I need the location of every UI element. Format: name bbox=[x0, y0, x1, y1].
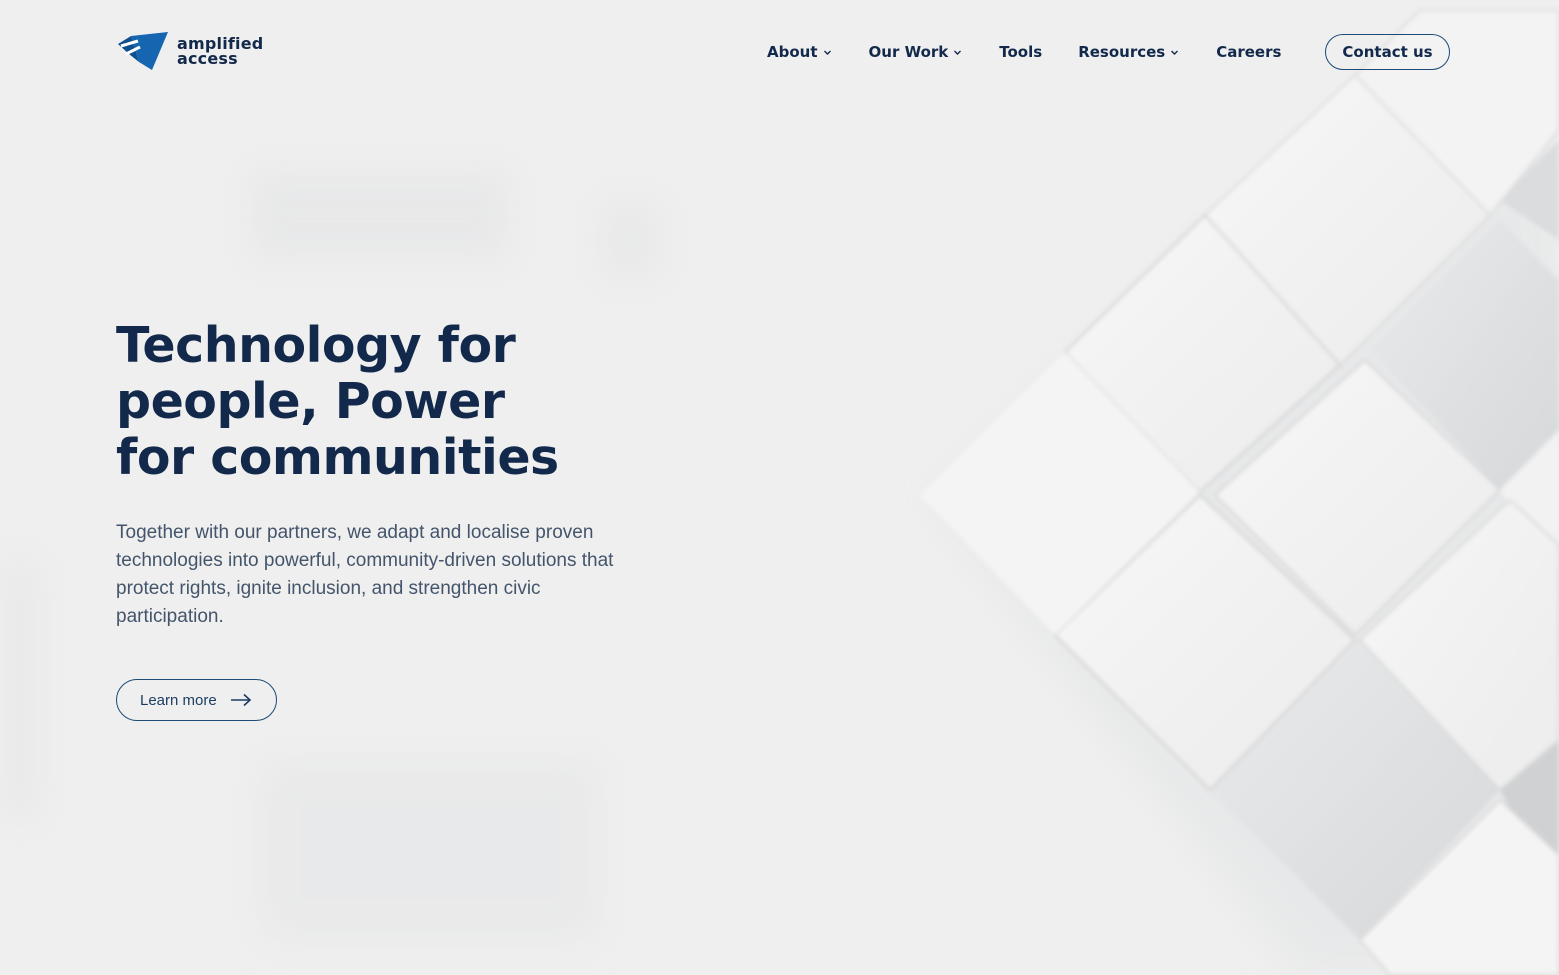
nav-item-about[interactable]: About bbox=[767, 43, 832, 61]
page: amplified access About Our Work Tools Re… bbox=[0, 0, 1559, 975]
nav-item-label: Tools bbox=[999, 43, 1043, 61]
learn-more-button[interactable]: Learn more bbox=[116, 679, 277, 721]
hero-title-line: for communities bbox=[116, 429, 559, 486]
chevron-down-icon bbox=[1171, 50, 1179, 55]
paper-plane-icon bbox=[118, 32, 168, 70]
site-header: amplified access About Our Work Tools Re… bbox=[0, 0, 1559, 100]
nav-item-label: Our Work bbox=[868, 43, 949, 61]
nav-item-careers[interactable]: Careers bbox=[1216, 43, 1281, 61]
arrow-right-icon bbox=[230, 693, 251, 707]
chevron-down-icon bbox=[954, 50, 962, 55]
nav-item-resources[interactable]: Resources bbox=[1078, 43, 1179, 61]
nav-item-label: About bbox=[767, 43, 818, 61]
hero-background-image bbox=[0, 9, 1559, 975]
hero-description: Together with our partners, we adapt and… bbox=[116, 522, 614, 627]
logo-link[interactable]: amplified access bbox=[118, 32, 263, 70]
contact-us-button[interactable]: Contact us bbox=[1325, 34, 1450, 70]
learn-more-label: Learn more bbox=[140, 691, 217, 709]
nav-item-label: Careers bbox=[1216, 43, 1282, 61]
hero-title: Technology for people, Power for communi… bbox=[116, 318, 676, 486]
chevron-down-icon bbox=[823, 50, 831, 55]
nav-item-label: Resources bbox=[1078, 43, 1166, 61]
hero-title-line: people, Power bbox=[116, 373, 505, 430]
logo-text-line2: access bbox=[177, 49, 238, 68]
logo-wordmark: amplified access bbox=[177, 36, 263, 68]
nav-item-our-work[interactable]: Our Work bbox=[869, 43, 963, 61]
hero-title-line: Technology for bbox=[116, 317, 516, 374]
nav-item-tools[interactable]: Tools bbox=[999, 43, 1042, 61]
main-nav: About Our Work Tools Resources Careers C… bbox=[767, 34, 1450, 70]
